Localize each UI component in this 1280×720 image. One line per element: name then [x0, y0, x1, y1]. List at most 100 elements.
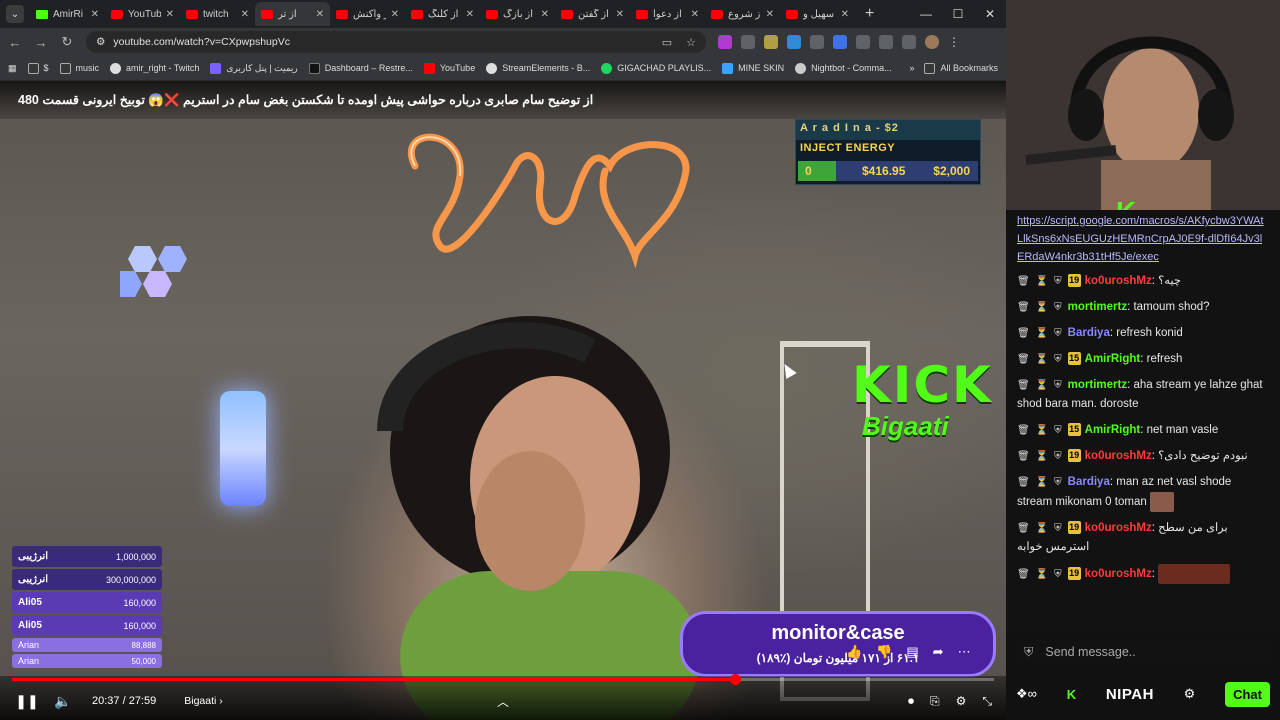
video-player[interactable]: از توضیح سام صابری درباره حواشی پیش اومد… [0, 81, 1006, 720]
all-bookmarks[interactable]: All Bookmarks [924, 62, 998, 74]
like-icon[interactable]: 👍 [846, 644, 862, 660]
extension-icon[interactable] [787, 35, 801, 49]
close-icon[interactable]: ✕ [691, 9, 699, 20]
delete-icon[interactable]: 🗑 [1017, 565, 1030, 584]
fullscreen-exit-icon[interactable]: ⤡ [982, 694, 992, 709]
bookmark-item[interactable]: $ [27, 62, 49, 74]
timeout-icon[interactable]: ⏳ [1036, 447, 1048, 466]
tab-3[interactable]: twitch ✕ [180, 2, 255, 26]
timeout-icon[interactable]: ⏳ [1036, 376, 1048, 395]
timeout-icon[interactable]: ⏳ [1036, 519, 1048, 538]
close-icon[interactable]: ✕ [766, 9, 774, 20]
chat-username[interactable]: mortimertz [1068, 379, 1127, 391]
delete-icon[interactable]: 🗑 [1017, 447, 1030, 466]
delete-icon[interactable]: 🗑 [1017, 298, 1030, 317]
bookmark-item[interactable]: YouTube [423, 62, 475, 74]
volume-icon[interactable]: 🔈 [50, 693, 76, 710]
tab-6[interactable]: از کلنگ ✕ [405, 2, 480, 26]
kick-emotes-icon[interactable]: K [1067, 687, 1076, 702]
extensions-puzzle-icon[interactable] [879, 35, 893, 49]
bookmark-star-icon[interactable]: ☆ [686, 36, 696, 49]
timeout-icon[interactable]: ⏳ [1036, 421, 1048, 440]
tab-search-icon[interactable]: ⌄ [6, 5, 24, 23]
delete-icon[interactable]: 🗑 [1017, 519, 1030, 538]
cast-icon[interactable]: ▭ [662, 36, 672, 49]
chat-username[interactable]: ko0uroshMz [1085, 522, 1152, 534]
bookmark-item[interactable]: MINE SKIN [722, 62, 784, 74]
avatar[interactable] [925, 35, 939, 49]
close-icon[interactable]: ✕ [391, 9, 399, 20]
pause-icon[interactable]: ❚❚ [14, 693, 40, 710]
extension-icon[interactable] [718, 35, 732, 49]
progress-scrubber[interactable] [729, 674, 741, 685]
timeout-icon[interactable]: ⏳ [1036, 565, 1048, 584]
settings-gear-icon[interactable]: ⚙ [1184, 686, 1196, 702]
chat-username[interactable]: ko0uroshMz [1085, 568, 1152, 580]
settings-gear-icon[interactable]: ⚙ [956, 694, 967, 709]
delete-icon[interactable]: 🗑 [1017, 272, 1030, 291]
autoplay-toggle-icon[interactable]: ⏺ [908, 694, 914, 709]
bookmark-item[interactable]: Dashboard – Restre... [308, 62, 413, 74]
new-tab-button[interactable]: + [865, 5, 874, 23]
chat-link[interactable]: https://script.google.com/macros/s/AKfyc… [1017, 212, 1269, 266]
tab-2[interactable]: YouTub ✕ [105, 2, 180, 26]
chat-username[interactable]: Bardiya [1068, 476, 1110, 488]
tab-1[interactable]: AmirRi ✕ [30, 2, 105, 26]
tab-11[interactable]: سهیل و ✕ [780, 2, 855, 26]
emote-menu-icon[interactable]: ❖∞ [1016, 686, 1037, 702]
dislike-icon[interactable]: 👎 [876, 644, 892, 660]
site-info-icon[interactable]: ⚙ [96, 36, 105, 48]
close-icon[interactable]: ✕ [91, 9, 99, 20]
close-icon[interactable]: ✕ [241, 9, 249, 20]
comment-icon[interactable]: ▤ [906, 644, 918, 660]
more-bookmarks-icon[interactable]: » [909, 63, 914, 73]
bookmark-item[interactable]: GIGACHAD PLAYLIS... [601, 62, 711, 74]
close-icon[interactable]: ✕ [466, 9, 474, 20]
close-icon[interactable]: ✕ [316, 9, 324, 20]
extension-icon[interactable] [810, 35, 824, 49]
extension-icon[interactable] [856, 35, 870, 49]
back-icon[interactable]: ← [8, 35, 22, 50]
chat-username[interactable]: AmirRight [1085, 353, 1141, 365]
chat-username[interactable]: Bardiya [1068, 327, 1110, 339]
address-bar[interactable]: ⚙ youtube.com/watch?v=CXpwpshupVc ▭ ☆ [86, 31, 706, 53]
bookmark-item[interactable]: amir_right - Twitch [110, 62, 199, 74]
extension-icon[interactable] [741, 35, 755, 49]
tab-8[interactable]: از گفتن ✕ [555, 2, 630, 26]
timeout-icon[interactable]: ⏳ [1036, 324, 1048, 343]
tab-9[interactable]: از دعوا ✕ [630, 2, 705, 26]
timeout-icon[interactable]: ⏳ [1036, 298, 1048, 317]
extension-icon[interactable] [764, 35, 778, 49]
delete-icon[interactable]: 🗑 [1017, 421, 1030, 440]
send-message-input[interactable]: ⛨ Send message.. [1016, 638, 1270, 666]
close-icon[interactable]: ✕ [616, 9, 624, 20]
more-icon[interactable]: ⋯ [958, 644, 971, 660]
maximize-icon[interactable]: ☐ [942, 0, 974, 28]
bookmark-item[interactable]: music [59, 62, 99, 74]
chat-username[interactable]: ko0uroshMz [1085, 275, 1152, 287]
chat-username[interactable]: ko0uroshMz [1085, 450, 1152, 462]
chat-username[interactable]: mortimertz [1068, 301, 1127, 313]
captions-icon[interactable]: ⎘ [930, 694, 940, 709]
tab-4-active[interactable]: از تر ✕ [255, 2, 330, 26]
delete-icon[interactable]: 🗑 [1017, 376, 1030, 395]
minimize-icon[interactable]: — [910, 0, 942, 28]
chat-send-button[interactable]: Chat [1225, 681, 1270, 707]
apps-grid-icon[interactable]: ▦ [8, 63, 17, 74]
close-window-icon[interactable]: ✕ [974, 0, 1006, 28]
close-icon[interactable]: ✕ [166, 9, 174, 20]
nipah-button[interactable]: NIPAH [1106, 686, 1154, 703]
media-control-icon[interactable] [902, 35, 916, 49]
tab-10[interactable]: از شروع ✕ [705, 2, 780, 26]
delete-icon[interactable]: 🗑 [1017, 324, 1030, 343]
bookmark-item[interactable]: Nightbot - Comma... [795, 62, 892, 74]
bookmark-item[interactable]: ریمیت | پنل کاربری [210, 62, 298, 74]
timeout-icon[interactable]: ⏳ [1036, 350, 1048, 369]
menu-kebab-icon[interactable]: ⋮ [948, 35, 960, 49]
close-icon[interactable]: ✕ [841, 9, 849, 20]
forward-icon[interactable]: → [34, 35, 48, 50]
delete-icon[interactable]: 🗑 [1017, 350, 1030, 369]
reload-icon[interactable]: ↻ [60, 34, 74, 50]
bookmark-item[interactable]: StreamElements - B... [486, 62, 590, 74]
share-icon[interactable]: ➦ [933, 644, 944, 660]
